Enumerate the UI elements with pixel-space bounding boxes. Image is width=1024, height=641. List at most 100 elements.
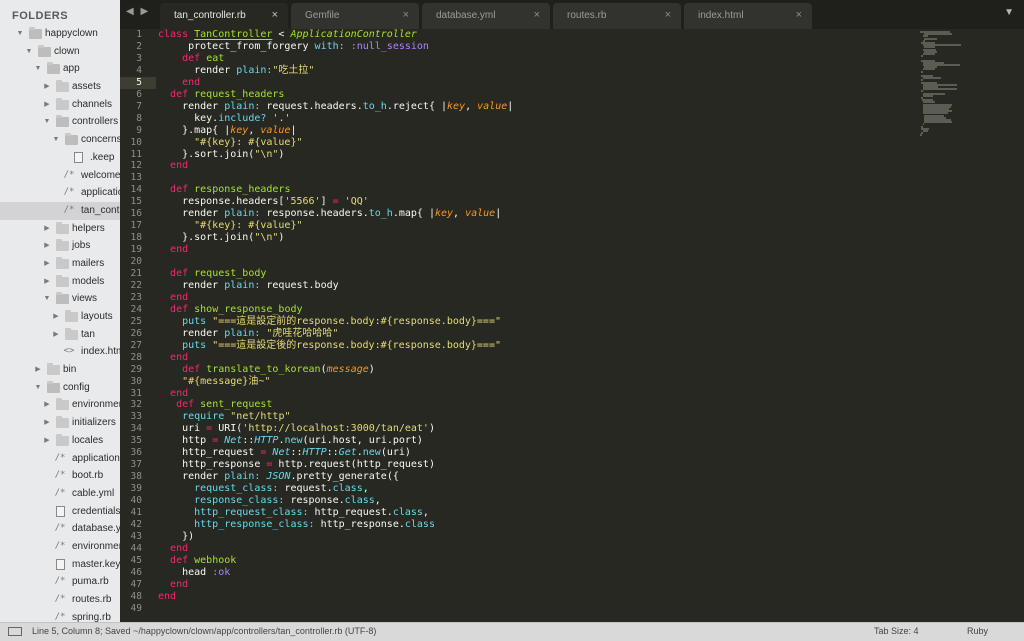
sidebar-folder-row[interactable]: ▶ assets: [0, 78, 120, 96]
code-line[interactable]: def request_headers: [158, 89, 284, 101]
sidebar-file-row[interactable]: /* application: [0, 184, 120, 202]
sidebar-file-row[interactable]: .keep: [0, 149, 120, 167]
sidebar-file-row[interactable]: master.key: [0, 556, 120, 574]
sidebar-folder-row[interactable]: ▶ locales: [0, 432, 120, 450]
code-line[interactable]: def translate_to_korean(message): [158, 364, 375, 376]
code-line[interactable]: end: [158, 160, 188, 172]
code-line[interactable]: uri = URI('http://localhost:3000/tan/eat…: [158, 423, 435, 435]
chevron-right-icon[interactable]: ▶: [34, 361, 42, 379]
minimap[interactable]: [920, 29, 1024, 149]
syntax-selector[interactable]: Ruby: [967, 626, 988, 636]
code-line[interactable]: render plain: request.headers.to_h.rejec…: [158, 101, 513, 113]
code-line[interactable]: "#{key}: #{value}": [158, 137, 302, 149]
sidebar-file-row[interactable]: /* cable.yml: [0, 485, 120, 503]
code-line[interactable]: end: [158, 77, 200, 89]
chevron-right-icon[interactable]: ▶: [43, 255, 51, 273]
chevron-down-icon[interactable]: ▼: [43, 290, 51, 308]
code-line[interactable]: puts "===這是設定後的response.body:#{response.…: [158, 340, 501, 352]
code-line[interactable]: def show_response_body: [158, 304, 302, 316]
sidebar-folder-row[interactable]: ▶ channels: [0, 96, 120, 114]
sidebar-file-row[interactable]: /* environmen: [0, 538, 120, 556]
chevron-right-icon[interactable]: ▶: [43, 414, 51, 432]
close-icon[interactable]: ×: [272, 9, 278, 21]
code-line[interactable]: response_class: response.class,: [158, 495, 381, 507]
chevron-right-icon[interactable]: ▶: [43, 432, 51, 450]
sidebar-file-row[interactable]: /* application.: [0, 450, 120, 468]
sidebar-file-row[interactable]: /* routes.rb: [0, 591, 120, 609]
sidebar-folder-row[interactable]: ▶ helpers: [0, 220, 120, 238]
sidebar-file-row[interactable]: /* welcome: [0, 167, 120, 185]
sidebar-file-row[interactable]: /* puma.rb: [0, 573, 120, 591]
code-line[interactable]: end: [158, 352, 188, 364]
tab-nav-arrows[interactable]: ◀ ▶: [126, 6, 150, 17]
code-line[interactable]: end: [158, 579, 188, 591]
chevron-right-icon[interactable]: ▶: [52, 308, 60, 326]
sidebar-folder-row[interactable]: ▼ config: [0, 379, 120, 397]
sidebar-folder-row[interactable]: ▶ jobs: [0, 237, 120, 255]
code-line[interactable]: }.sort.join("\n"): [158, 149, 284, 161]
code-line[interactable]: key.include? '.': [158, 113, 290, 125]
chevron-right-icon[interactable]: ▶: [43, 273, 51, 291]
chevron-down-icon[interactable]: ▼: [43, 113, 51, 131]
sidebar-file-row[interactable]: /* tan_contro: [0, 201, 120, 220]
chevron-down-icon[interactable]: ▼: [34, 379, 42, 397]
tab-2[interactable]: database.yml ×: [422, 3, 550, 29]
chevron-down-icon[interactable]: ▼: [16, 25, 24, 43]
sidebar-folder-row[interactable]: ▶ layouts: [0, 308, 120, 326]
code-line[interactable]: def response_headers: [158, 184, 290, 196]
code-line[interactable]: }): [158, 531, 194, 543]
chevron-down-icon[interactable]: ▼: [52, 131, 60, 149]
code-line[interactable]: protect_from_forgery with: :null_session: [158, 41, 429, 53]
code-line[interactable]: require "net/http": [158, 411, 290, 423]
sidebar-file-row[interactable]: credentials.: [0, 503, 120, 521]
code-line[interactable]: render plain: JSON.pretty_generate({: [158, 471, 399, 483]
code-line[interactable]: def eat: [158, 53, 224, 65]
chevron-down-icon[interactable]: ▼: [25, 43, 33, 61]
tab-0[interactable]: tan_controller.rb ×: [160, 3, 288, 29]
code-line[interactable]: }.sort.join("\n"): [158, 232, 284, 244]
code-line[interactable]: def webhook: [158, 555, 236, 567]
code-line[interactable]: http = Net::HTTP.new(uri.host, uri.port): [158, 435, 423, 447]
sidebar-folder-row[interactable]: ▶ initializers: [0, 414, 120, 432]
tab-size-selector[interactable]: Tab Size: 4: [874, 626, 919, 636]
close-icon[interactable]: ×: [534, 9, 540, 21]
code-editor[interactable]: 1 2 3 4 5 6 7 8 9 10 11 12 13 14 15 16 17 18 19 20 21 22 23 24 2…: [120, 29, 1024, 622]
tab-3[interactable]: routes.rb ×: [553, 3, 681, 29]
chevron-right-icon[interactable]: ▶: [43, 96, 51, 114]
code-line[interactable]: http_response = http.request(http_reques…: [158, 459, 435, 471]
code-line[interactable]: puts "===這是設定前的response.body:#{response.…: [158, 316, 501, 328]
chevron-right-icon[interactable]: ▶: [52, 326, 60, 344]
code-line[interactable]: render plain: "虎哇花哈哈哈": [158, 328, 338, 340]
sidebar-folder-row[interactable]: ▶ mailers: [0, 255, 120, 273]
code-line[interactable]: render plain: request.body: [158, 280, 339, 292]
chevron-down-icon[interactable]: ▼: [34, 60, 42, 78]
sidebar-folder-row[interactable]: ▼ controllers: [0, 113, 120, 131]
code-line[interactable]: end: [158, 591, 176, 603]
sidebar-folder-row[interactable]: ▼ clown: [0, 43, 120, 61]
code-line[interactable]: def sent_request: [158, 399, 272, 411]
code-line[interactable]: end: [158, 292, 188, 304]
close-icon[interactable]: ×: [665, 9, 671, 21]
code-line[interactable]: http_request = Net::HTTP::Get.new(uri): [158, 447, 411, 459]
sidebar-folder-row[interactable]: ▼ happyclown: [0, 25, 120, 43]
code-line[interactable]: "#{key}: #{value}": [158, 220, 302, 232]
chevron-right-icon[interactable]: ▶: [43, 78, 51, 96]
code-line[interactable]: }.map{ |key, value|: [158, 125, 296, 137]
sidebar-file-row[interactable]: <> index.htm: [0, 343, 120, 361]
chevron-right-icon[interactable]: ▶: [43, 220, 51, 238]
sidebar-folder-row[interactable]: ▶ bin: [0, 361, 120, 379]
code-line[interactable]: render plain:"吃土拉": [158, 65, 314, 77]
code-line[interactable]: "#{message}油~": [158, 376, 270, 388]
code-line[interactable]: end: [158, 244, 188, 256]
sidebar-folder-row[interactable]: ▼ concerns: [0, 131, 120, 149]
code-line[interactable]: render plain: response.headers.to_h.map{…: [158, 208, 501, 220]
close-icon[interactable]: ×: [403, 9, 409, 21]
code-line[interactable]: end: [158, 388, 188, 400]
code-line[interactable]: http_request_class: http_request.class,: [158, 507, 429, 519]
tab-4[interactable]: index.html ×: [684, 3, 812, 29]
sidebar-folder-row[interactable]: ▶ environmen: [0, 396, 120, 414]
panel-toggle-icon[interactable]: [8, 627, 22, 636]
sidebar-folder-row[interactable]: ▶ models: [0, 273, 120, 291]
sidebar-folder-row[interactable]: ▼ app: [0, 60, 120, 78]
sidebar-file-row[interactable]: /* database.ym: [0, 520, 120, 538]
